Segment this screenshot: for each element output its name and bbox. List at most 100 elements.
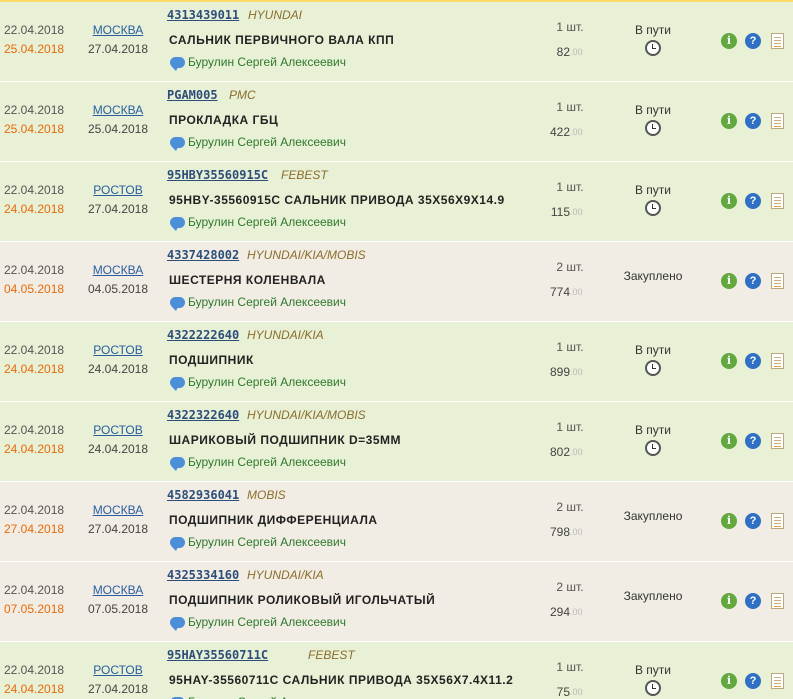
- document-icon[interactable]: [771, 273, 784, 289]
- document-icon[interactable]: [771, 113, 784, 129]
- table-row: 22.04.2018 25.04.2018 МОСКВА 27.04.2018 4313…: [0, 2, 793, 82]
- chat-icon: [170, 216, 185, 231]
- city-link[interactable]: РОСТОВ: [84, 663, 152, 677]
- part-name: ПОДШИПНИК ДИФФЕРЕНЦИАЛА: [169, 513, 378, 527]
- order-date: 22.04.2018: [4, 583, 65, 597]
- clock-icon: [645, 120, 661, 136]
- clock-icon: [645, 200, 661, 216]
- city-link[interactable]: РОСТОВ: [84, 183, 152, 197]
- help-icon[interactable]: ?: [745, 193, 761, 209]
- help-icon[interactable]: ?: [745, 33, 761, 49]
- manager-link[interactable]: Бурулин Сергей Алексеевич: [170, 375, 346, 391]
- eta-date: 07.05.2018: [4, 602, 65, 616]
- brand-label: HYUNDAI/KIA: [247, 328, 324, 342]
- chat-icon: [170, 456, 185, 471]
- status-label: В пути: [634, 103, 672, 117]
- city-link[interactable]: МОСКВА: [84, 583, 152, 597]
- city-link[interactable]: МОСКВА: [84, 103, 152, 117]
- info-icon[interactable]: i: [721, 673, 737, 689]
- quantity: 1 шт.: [556, 660, 584, 674]
- status-label: Закуплено: [623, 589, 683, 603]
- info-icon[interactable]: i: [721, 113, 737, 129]
- status-label: В пути: [634, 423, 672, 437]
- part-number-link[interactable]: 4337428002: [167, 248, 239, 262]
- price: 115: [550, 205, 570, 219]
- part-number-link[interactable]: 95HBY35560915C: [167, 168, 268, 182]
- manager-link[interactable]: Бурулин Сергей Алексеевич: [170, 55, 346, 71]
- help-icon[interactable]: ?: [745, 673, 761, 689]
- city-link[interactable]: МОСКВА: [84, 503, 152, 517]
- document-icon[interactable]: [771, 33, 784, 49]
- table-row: 22.04.2018 24.04.2018 РОСТОВ 24.04.2018 4322…: [0, 402, 793, 482]
- quantity: 1 шт.: [556, 420, 584, 434]
- help-icon[interactable]: ?: [745, 353, 761, 369]
- orders-table: 22.04.2018 25.04.2018 МОСКВА 27.04.2018 4313…: [0, 0, 793, 699]
- manager-name: Бурулин Сергей Алексеевич: [188, 215, 346, 229]
- help-icon[interactable]: ?: [745, 433, 761, 449]
- info-icon[interactable]: i: [721, 353, 737, 369]
- document-icon[interactable]: [771, 193, 784, 209]
- help-icon[interactable]: ?: [745, 273, 761, 289]
- price-cents: .00: [570, 47, 583, 57]
- info-icon[interactable]: i: [721, 193, 737, 209]
- manager-link[interactable]: Бурулин Сергей Алексеевич: [170, 135, 346, 151]
- document-icon[interactable]: [771, 673, 784, 689]
- chat-icon: [170, 136, 185, 151]
- manager-link[interactable]: Бурулин Сергей Алексеевич: [170, 695, 346, 699]
- manager-link[interactable]: Бурулин Сергей Алексеевич: [170, 615, 346, 631]
- part-number-link[interactable]: PGAM005: [167, 88, 218, 102]
- table-row: 22.04.2018 07.05.2018 МОСКВА 07.05.2018 4325…: [0, 562, 793, 642]
- manager-name: Бурулин Сергей Алексеевич: [188, 135, 346, 149]
- manager-name: Бурулин Сергей Алексеевич: [188, 455, 346, 469]
- document-icon[interactable]: [771, 593, 784, 609]
- manager-link[interactable]: Бурулин Сергей Алексеевич: [170, 295, 346, 311]
- info-icon[interactable]: i: [721, 273, 737, 289]
- price-cents: .00: [570, 607, 583, 617]
- info-icon[interactable]: i: [721, 593, 737, 609]
- table-row: 22.04.2018 24.04.2018 РОСТОВ 27.04.2018 95HB…: [0, 162, 793, 242]
- brand-label: FEBEST: [308, 648, 355, 662]
- price: 774: [549, 285, 570, 299]
- chat-icon: [170, 616, 185, 631]
- table-row: 22.04.2018 25.04.2018 МОСКВА 25.04.2018 PGAM…: [0, 82, 793, 162]
- brand-label: MOBIS: [247, 488, 286, 502]
- order-date: 22.04.2018: [4, 423, 65, 437]
- city-link[interactable]: РОСТОВ: [84, 423, 152, 437]
- order-date: 22.04.2018: [4, 183, 65, 197]
- document-icon[interactable]: [771, 353, 784, 369]
- part-number-link[interactable]: 4313439011: [167, 8, 239, 22]
- part-number-link[interactable]: 4582936041: [167, 488, 239, 502]
- part-number-link[interactable]: 4322322640: [167, 408, 239, 422]
- document-icon[interactable]: [771, 433, 784, 449]
- delivery-date: 07.05.2018: [87, 602, 149, 616]
- manager-link[interactable]: Бурулин Сергей Алексеевич: [170, 455, 346, 471]
- city-link[interactable]: РОСТОВ: [84, 343, 152, 357]
- info-icon[interactable]: i: [721, 433, 737, 449]
- eta-date: 24.04.2018: [4, 442, 65, 456]
- part-name: ПОДШИПНИК РОЛИКОВЫЙ ИГОЛЬЧАТЫЙ: [169, 593, 436, 607]
- eta-date: 27.04.2018: [4, 522, 65, 536]
- city-link[interactable]: МОСКВА: [84, 263, 152, 277]
- help-icon[interactable]: ?: [745, 513, 761, 529]
- document-icon[interactable]: [771, 513, 784, 529]
- manager-link[interactable]: Бурулин Сергей Алексеевич: [170, 215, 346, 231]
- city-link[interactable]: МОСКВА: [84, 23, 152, 37]
- table-row: 22.04.2018 04.05.2018 МОСКВА 04.05.2018 4337…: [0, 242, 793, 322]
- clock-icon: [645, 680, 661, 696]
- part-number-link[interactable]: 4325334160: [167, 568, 239, 582]
- price-cents: .00: [570, 207, 583, 217]
- part-number-link[interactable]: 4322222640: [167, 328, 239, 342]
- info-icon[interactable]: i: [721, 513, 737, 529]
- info-icon[interactable]: i: [721, 33, 737, 49]
- help-icon[interactable]: ?: [745, 593, 761, 609]
- eta-date: 24.04.2018: [4, 202, 65, 216]
- delivery-date: 27.04.2018: [87, 682, 149, 696]
- manager-link[interactable]: Бурулин Сергей Алексеевич: [170, 535, 346, 551]
- brand-label: FEBEST: [281, 168, 328, 182]
- brand-label: HYUNDAI/KIA/MOBIS: [247, 248, 366, 262]
- price: 422: [549, 125, 570, 139]
- part-number-link[interactable]: 95HAY35560711C: [167, 648, 268, 662]
- price-cents: .00: [570, 687, 583, 697]
- table-row: 22.04.2018 24.04.2018 РОСТОВ 27.04.2018 95HA…: [0, 642, 793, 699]
- help-icon[interactable]: ?: [745, 113, 761, 129]
